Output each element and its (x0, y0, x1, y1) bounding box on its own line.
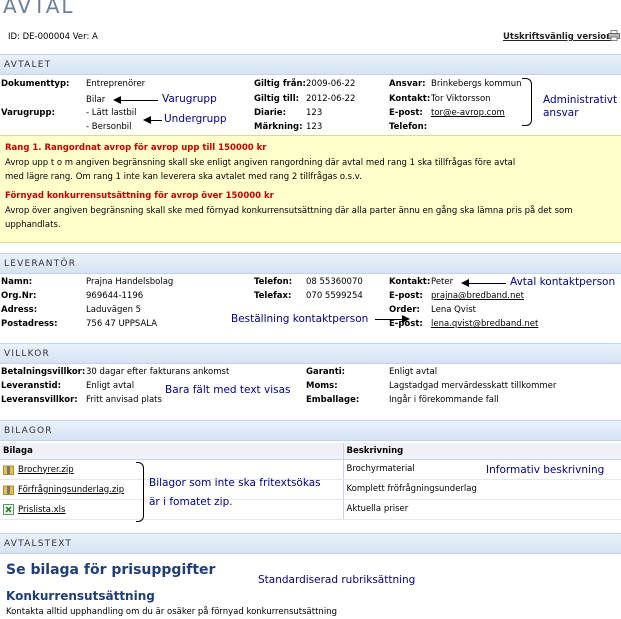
annotation-bara-falt: Bara fält med text visas (165, 384, 291, 396)
excel-file-icon (3, 503, 14, 515)
rank-text-1b: med lägre rang. Om rang 1 inte kan lever… (5, 172, 362, 182)
section-header-leverantor: LEVERANTÖR (0, 253, 621, 274)
section-header-avtalstext: AVTALSTEXT (0, 533, 621, 554)
print-friendly-link[interactable]: Utskriftsvänlig version (503, 32, 612, 42)
annotation-bilagor-2: är i fomatet zip. (149, 496, 233, 508)
value-betalningsvillkor: 30 dagar efter fakturans ankomst (86, 367, 230, 377)
label-dokumenttyp: Dokumenttyp: (1, 79, 70, 89)
annotation-avtal-kontakt: Avtal kontaktperson (510, 276, 616, 288)
arrow-head-icon (402, 315, 410, 323)
value-dokumenttyp: Entreprenörer (86, 79, 146, 89)
label-markning: Märkning: (254, 122, 303, 132)
label-garanti: Garanti: (306, 367, 346, 377)
rank-title-2: Förnyad konkurrensutsättning för avrop ö… (5, 191, 274, 201)
value-garanti: Enligt avtal (389, 367, 438, 377)
email-link-leverantor[interactable]: prajna@bredband.net (431, 291, 524, 301)
label-emballage: Emballage: (306, 395, 360, 405)
zip-file-icon (3, 464, 14, 475)
value-giltig-fran: 2009-06-22 (306, 79, 356, 89)
value-emballage: Ingår i förekommande fall (389, 395, 499, 405)
label-kontakt: Kontakt: (389, 94, 431, 104)
table-row: Prislista.xls Aktuella priser (0, 499, 621, 520)
brace-icon (136, 462, 144, 522)
rank-text-1a: Avrop upp t o m angiven begränsning skal… (5, 158, 516, 168)
document-id: ID: DE-000004 Ver: A (8, 32, 98, 42)
attachment-link-prislista[interactable]: Prislista.xls (18, 505, 65, 515)
value-undergrupp-1: - Lätt lastbil (86, 108, 137, 118)
email-link-ansvarig[interactable]: tor@e-avrop.com (431, 108, 505, 118)
annotation-undergrupp: Undergrupp (164, 113, 227, 125)
label-diarie: Diarie: (254, 108, 286, 118)
annotation-admin-1: Administrativt (543, 94, 618, 106)
label-epost: E-post: (389, 108, 423, 118)
label-leveransvillkor: Leveransvillkor: (1, 395, 78, 405)
value-giltig-till: 2012-06-22 (306, 94, 356, 104)
value-leveransvillkor: Fritt anvisad plats (86, 395, 162, 405)
label-betalningsvillkor: Betalningsvillkor: (1, 367, 86, 377)
label-postadress: Postadress: (1, 319, 58, 329)
label-giltig-till: Giltig till: (254, 94, 300, 104)
zip-file-icon (3, 484, 14, 495)
annotation-bilagor-1: Bilagor som inte ska fritextsökas (149, 477, 321, 489)
label-leveranstid: Leveranstid: (1, 381, 61, 391)
attachment-description: Aktuella priser (342, 499, 621, 520)
value-markning: 123 (306, 122, 323, 132)
label-namn: Namn: (1, 277, 33, 287)
avtalstext-heading-2: Konkurrensutsättning (6, 589, 155, 603)
label-ansvar: Ansvar: (389, 79, 426, 89)
page-title: AVTAL (3, 0, 75, 18)
rank-title-1: Rang 1. Rangordnat avrop för avrop upp t… (5, 143, 267, 153)
value-kontakt-lev: Peter (431, 277, 454, 287)
column-header-beskrivning: Beskrivning (342, 443, 621, 460)
annotation-admin-2: ansvar (543, 107, 579, 119)
label-telefax: Telefax: (254, 291, 292, 301)
value-undergrupp-2: - Bersonbil (86, 122, 132, 132)
column-header-bilaga: Bilaga (0, 443, 343, 460)
section-header-bilagor: BILAGOR (0, 420, 621, 441)
value-namn: Prajna Handelsbolag (86, 277, 174, 287)
value-telefon-lev: 08 55360070 (306, 277, 363, 287)
rank-text-2a: Avrop över angiven begränsning skall ske… (5, 206, 573, 216)
label-adress: Adress: (1, 305, 38, 315)
email-link-order[interactable]: lena.qvist@bredband.net (431, 319, 538, 329)
label-orgnr: Org.Nr: (1, 291, 37, 301)
arrow-head-icon (113, 96, 121, 104)
label-moms: Moms: (306, 381, 338, 391)
avtalstext-body: Kontakta alltid upphandling om du är osä… (6, 607, 337, 617)
label-telefon: Telefon: (389, 122, 428, 132)
value-telefax: 070 5599254 (306, 291, 363, 301)
label-epost-lev: E-post: (389, 291, 423, 301)
value-kontakt: Tor Viktorsson (431, 94, 491, 104)
rank-text-2b: upphandlats. (5, 220, 61, 230)
section-header-villkor: VILLKOR (0, 343, 621, 364)
annotation-bestallning: Beställning kontaktperson (231, 313, 369, 325)
brace-icon (522, 78, 532, 126)
value-varugrupp: Bilar (86, 95, 106, 105)
value-orgnr: 969644-1196 (86, 291, 144, 301)
attachment-link-brochyrer[interactable]: Brochyrer.zip (18, 465, 74, 475)
label-giltig-fran: Giltig från: (254, 79, 306, 89)
section-header-avtalet: AVTALET (0, 54, 621, 75)
value-ansvar: Brinkebergs kommun (431, 79, 522, 89)
attachment-description: Komplett fröfrågningsunderlag (342, 479, 621, 500)
value-moms: Lagstadgad mervärdesskatt tillkommer (389, 381, 557, 391)
value-adress: Laduvägen 5 (86, 305, 142, 315)
arrow-head-icon (143, 116, 151, 124)
value-order: Lena Qvist (431, 305, 476, 315)
avtalstext-heading-1: Se bilaga för prisuppgifter (6, 562, 216, 578)
annotation-varugrupp: Varugrupp (162, 93, 217, 105)
label-order: Order: (389, 305, 420, 315)
value-postadress: 756 47 UPPSALA (86, 319, 158, 329)
value-leveranstid: Enligt avtal (86, 381, 135, 391)
annotation-standard: Standardiserad rubriksättning (258, 574, 416, 586)
arrow-head-icon (461, 279, 469, 287)
value-diarie: 123 (306, 108, 323, 118)
label-varugrupp: Varugrupp: (1, 108, 55, 118)
label-telefon-lev: Telefon: (254, 277, 293, 287)
attachment-link-forfragningsunderlag[interactable]: Förfrågningsunderlag.zip (18, 485, 124, 495)
label-kontakt-lev: Kontakt: (389, 277, 431, 287)
printer-icon[interactable] (608, 30, 620, 41)
annotation-informativ: Informativ beskrivning (486, 464, 605, 476)
